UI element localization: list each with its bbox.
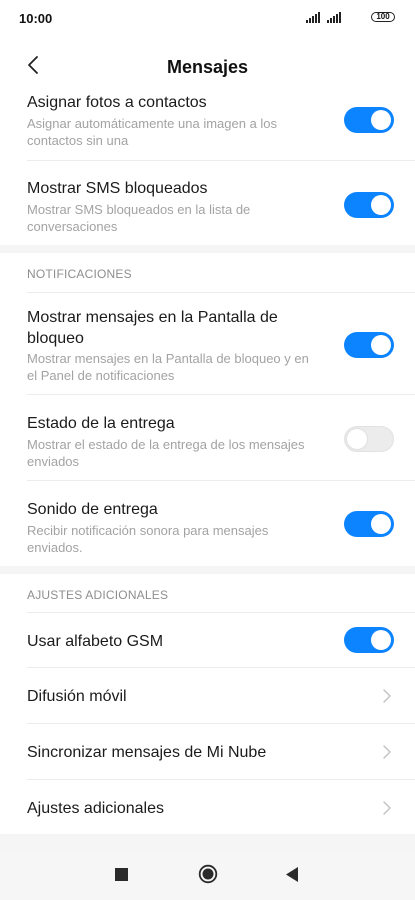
toggle-knob <box>371 335 391 355</box>
setting-row-sonido-entrega[interactable]: Sonido de entrega Recibir notificación s… <box>0 481 415 566</box>
pantalla-bloqueo-toggle[interactable] <box>344 332 394 358</box>
setting-subtitle: Mostrar SMS bloqueados en la lista de <box>27 202 251 217</box>
setting-row-sms-bloqueados[interactable]: Mostrar SMS bloqueados Mostrar SMS bloqu… <box>0 161 415 245</box>
chevron-right-icon <box>383 801 391 815</box>
settings-list[interactable]: Asignar fotos a contactos Asignar automá… <box>0 94 415 851</box>
setting-subtitle: Mostrar el estado de la entrega de los m… <box>27 437 305 452</box>
system-navigation-bar <box>0 851 415 900</box>
setting-row-sincronizar[interactable]: Sincronizar mensajes de Mi Nube <box>0 724 415 779</box>
toggle-knob <box>371 110 391 130</box>
section-separator <box>0 834 415 851</box>
setting-subtitle: Recibir notificación sonora para mensaje… <box>27 523 269 538</box>
estado-entrega-toggle[interactable] <box>344 426 394 452</box>
setting-title: Sonido de entrega <box>27 501 158 518</box>
sonido-entrega-toggle[interactable] <box>344 511 394 537</box>
chevron-right-icon <box>383 689 391 703</box>
battery-icon: 100 <box>371 12 395 22</box>
setting-row-ajustes-adicionales[interactable]: Ajustes adicionales <box>0 780 415 834</box>
setting-title: bloqueo <box>27 330 84 347</box>
sms-bloqueados-toggle[interactable] <box>344 192 394 218</box>
section-separator <box>0 566 415 574</box>
status-time: 10:00 <box>19 11 53 26</box>
setting-title: Usar alfabeto GSM <box>27 633 164 650</box>
square-icon <box>115 868 128 881</box>
setting-title: Asignar fotos a contactos <box>27 94 207 111</box>
setting-title: Sincronizar mensajes de Mi Nube <box>27 744 267 761</box>
setting-subtitle: enviados <box>27 454 80 469</box>
setting-row-pantalla-bloqueo[interactable]: Mostrar mensajes en la Pantalla de bloqu… <box>0 293 415 394</box>
toggle-knob <box>347 429 367 449</box>
setting-subtitle: el Panel de notificaciones <box>27 368 175 383</box>
setting-title: Difusión móvil <box>27 688 127 705</box>
section-header-notificaciones: NOTIFICACIONES <box>27 267 132 281</box>
setting-title: Ajustes adicionales <box>27 800 164 817</box>
section-header-ajustes-adicionales: AJUSTES ADICIONALES <box>27 588 169 602</box>
toggle-knob <box>371 195 391 215</box>
status-bar: 10:00 100 <box>0 0 415 36</box>
section-separator <box>0 245 415 253</box>
recents-button[interactable] <box>115 868 128 886</box>
app-header: Mensajes <box>0 36 415 94</box>
setting-title: Mostrar SMS bloqueados <box>27 180 208 197</box>
setting-title: Mostrar mensajes en la Pantalla de <box>27 309 278 326</box>
home-button[interactable] <box>198 864 218 889</box>
setting-subtitle: enviados. <box>27 540 83 555</box>
signal-icon-2 <box>327 12 345 23</box>
chevron-right-icon <box>383 745 391 759</box>
toggle-knob <box>371 630 391 650</box>
setting-row-alfabeto-gsm[interactable]: Usar alfabeto GSM <box>0 613 415 667</box>
toggle-knob <box>371 514 391 534</box>
setting-subtitle: Asignar automáticamente una imagen a los <box>27 116 278 131</box>
circle-icon <box>198 864 218 884</box>
setting-title: Estado de la entrega <box>27 415 175 432</box>
triangle-left-icon <box>286 867 298 882</box>
setting-row-asignar-fotos[interactable]: Asignar fotos a contactos Asignar automá… <box>0 94 415 160</box>
alfabeto-gsm-toggle[interactable] <box>344 627 394 653</box>
setting-row-difusion-movil[interactable]: Difusión móvil <box>0 668 415 723</box>
setting-subtitle: conversaciones <box>27 219 118 234</box>
setting-subtitle: contactos sin una <box>27 133 129 148</box>
nav-back-button[interactable] <box>285 867 299 887</box>
page-title: Mensajes <box>166 57 249 77</box>
asignar-fotos-toggle[interactable] <box>344 107 394 133</box>
signal-icon <box>306 12 324 23</box>
setting-subtitle: Mostrar mensajes en la Pantalla de bloqu… <box>27 351 309 366</box>
setting-row-estado-entrega[interactable]: Estado de la entrega Mostrar el estado d… <box>0 395 415 480</box>
